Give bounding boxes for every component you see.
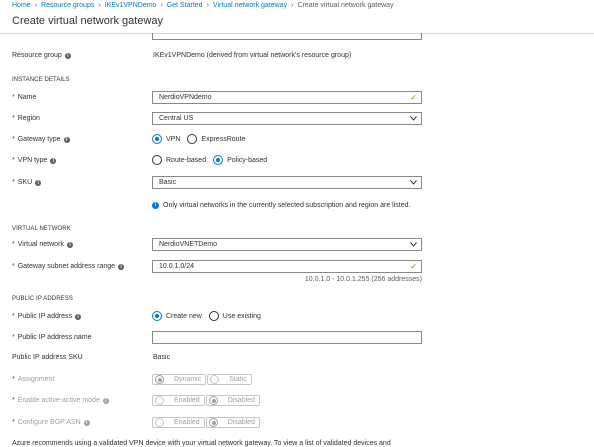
chevron-down-icon	[410, 180, 417, 185]
virtual-network-select[interactable]: NerdioVNETDemo	[152, 238, 422, 251]
radio-empty-icon	[208, 311, 219, 321]
name-input[interactable]: NerdioVPNdemo ✓	[152, 91, 422, 104]
vnet-info-note: i Only virtual networks in the currently …	[152, 202, 410, 209]
vpn-type-label: * VPN type i	[12, 157, 57, 164]
resource-group-label: Resource group i	[12, 52, 71, 59]
validated-device-notice: Azure recommends using a validated VPN d…	[12, 440, 391, 447]
public-ip-create-new-radio[interactable]: Create new	[152, 311, 202, 321]
info-icon[interactable]: i	[35, 180, 42, 186]
info-icon[interactable]: i	[63, 137, 70, 143]
radio-selected-icon	[152, 134, 162, 144]
radio-selected-icon	[208, 395, 218, 405]
gateway-subnet-input[interactable]: 10.0.1.0/24 ✓	[152, 260, 422, 273]
chevron-right-icon: ›	[291, 2, 294, 9]
public-ip-sku-label: Public IP address SKU	[12, 354, 83, 361]
radio-empty-icon	[187, 134, 198, 144]
chevron-right-icon: ›	[160, 2, 163, 9]
checkmark-icon: ✓	[410, 262, 417, 271]
subscription-field-clipped[interactable]	[152, 33, 422, 40]
chevron-down-icon	[410, 116, 417, 121]
public-ip-name-input[interactable]	[152, 331, 422, 344]
section-instance-details: INSTANCE DETAILS	[12, 77, 70, 83]
name-label: * Name	[12, 94, 37, 101]
checkmark-icon: ✓	[410, 93, 417, 102]
radio-empty-icon	[155, 395, 164, 405]
breadcrumb-virtual-network-gateway[interactable]: Virtual network gateway	[213, 2, 287, 9]
breadcrumb-get-started[interactable]: Get Started	[167, 2, 203, 9]
radio-selected-icon	[155, 374, 164, 384]
sku-select[interactable]: Basic	[152, 176, 422, 189]
bgp-disabled-option: Disabled	[205, 416, 260, 428]
public-ip-radio-group: Create new Use existing	[152, 310, 268, 322]
radio-selected-icon	[208, 417, 218, 427]
info-icon: i	[83, 420, 90, 426]
page-title: Create virtual network gateway	[12, 15, 164, 27]
breadcrumb-resource-groups[interactable]: Resource groups	[41, 2, 94, 9]
subnet-range-hint: 10.0.1.0 - 10.0.1.255 (256 addresses)	[304, 276, 422, 283]
info-icon: i	[152, 202, 159, 209]
region-select[interactable]: Central US	[152, 112, 422, 125]
gateway-subnet-label: * Gateway subnet address range i	[12, 263, 125, 270]
radio-empty-icon	[152, 155, 162, 165]
bgp-asn-label: * Configure BGP ASN i	[12, 419, 90, 426]
assignment-static-option: Static	[207, 373, 252, 385]
assignment-toggle-group: Dynamic Static	[152, 373, 253, 385]
public-ip-label: * Public IP address i	[12, 313, 82, 320]
sku-label: * SKU i	[12, 179, 42, 186]
resource-group-value: IKEv1VPNDemo (derived from virtual netwo…	[153, 52, 352, 59]
gateway-type-radio-group: VPN ExpressRoute	[152, 133, 252, 145]
breadcrumb-current: Create virtual network gateway	[297, 2, 394, 9]
section-virtual-network: VIRTUAL NETWORK	[12, 226, 71, 232]
vpn-type-route-based-radio[interactable]: Route-based	[152, 155, 206, 165]
section-public-ip: PUBLIC IP ADDRESS	[12, 296, 73, 302]
info-icon[interactable]: i	[118, 264, 125, 270]
active-active-label: * Enable active-active mode i	[12, 397, 109, 404]
radio-empty-icon	[210, 374, 220, 384]
chevron-right-icon: ›	[34, 2, 38, 9]
region-label: * Region	[12, 115, 40, 122]
chevron-down-icon	[410, 242, 417, 247]
info-icon: i	[102, 398, 109, 404]
info-icon[interactable]: i	[75, 314, 82, 320]
vpn-type-policy-based-radio[interactable]: Policy-based	[213, 155, 267, 165]
chevron-right-icon: ›	[98, 2, 101, 9]
bgp-asn-toggle-group: Enabled Disabled	[152, 416, 261, 428]
chevron-right-icon: ›	[206, 2, 209, 9]
virtual-network-label: * Virtual network i	[12, 241, 73, 248]
public-ip-use-existing-radio[interactable]: Use existing	[208, 311, 261, 321]
assignment-dynamic-option: Dynamic	[152, 373, 207, 385]
breadcrumb: Home › Resource groups › IKEv1VPNDemo › Get St…	[12, 2, 394, 9]
assignment-label: * Assignment	[12, 376, 55, 383]
radio-empty-icon	[155, 417, 164, 427]
info-icon[interactable]: i	[66, 242, 73, 248]
active-active-enabled-option: Enabled	[152, 394, 205, 406]
radio-selected-icon	[213, 155, 224, 165]
public-ip-sku-value: Basic	[153, 354, 171, 361]
info-icon[interactable]: i	[50, 158, 57, 164]
active-active-toggle-group: Enabled Disabled	[152, 394, 261, 406]
bgp-enabled-option: Enabled	[152, 416, 205, 428]
breadcrumb-home[interactable]: Home	[12, 2, 31, 9]
active-active-disabled-option: Disabled	[205, 394, 260, 406]
breadcrumb-resource-group[interactable]: IKEv1VPNDemo	[105, 2, 157, 9]
info-icon[interactable]: i	[64, 53, 71, 59]
gateway-type-vpn-radio[interactable]: VPN	[152, 134, 180, 144]
vpn-type-radio-group: Route-based Policy-based	[152, 154, 274, 166]
gateway-type-expressroute-radio[interactable]: ExpressRoute	[187, 134, 245, 144]
gateway-type-label: * Gateway type i	[12, 136, 70, 143]
public-ip-name-label: * Public IP address name	[12, 334, 92, 341]
radio-selected-icon	[152, 311, 162, 321]
